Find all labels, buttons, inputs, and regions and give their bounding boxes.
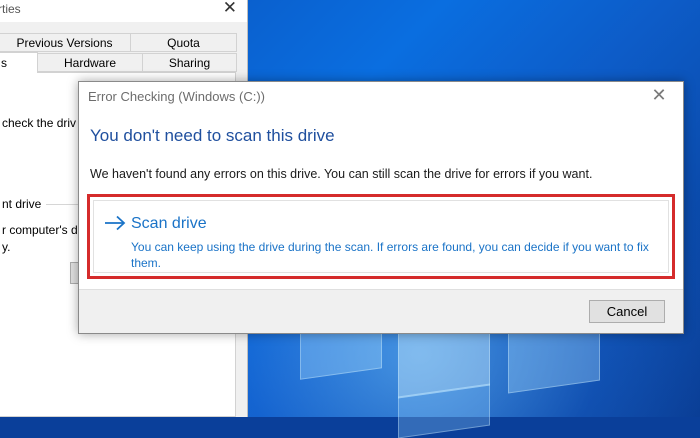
scan-drive-option[interactable]: Scan drive You can keep using the drive … [87,194,675,279]
tab-hardware[interactable]: Hardware [37,53,143,72]
error-checking-description: check the driv [2,116,77,130]
optimize-description-end: y. [2,240,11,254]
error-checking-dialog: Error Checking (Windows (C:)) ✕ You don'… [78,81,684,334]
arrow-right-icon [105,215,126,231]
tab-quota[interactable]: Quota [130,33,237,52]
properties-title: rties [0,2,21,16]
tab-tools[interactable]: s [0,52,38,73]
cancel-button[interactable]: Cancel [589,300,665,323]
scan-drive-inner: Scan drive You can keep using the drive … [93,200,669,273]
scan-drive-label: Scan drive [131,215,207,232]
tab-previous-versions[interactable]: Previous Versions [0,33,131,52]
properties-titlebar: rties ✕ [0,0,247,22]
optimize-group-label: nt drive [2,197,42,211]
dialog-footer: Cancel [79,289,683,333]
close-icon[interactable]: ✕ [649,85,669,105]
tab-sharing[interactable]: Sharing [142,53,237,72]
scan-drive-description: You can keep using the drive during the … [131,240,649,270]
properties-close-icon[interactable]: ✕ [223,0,237,18]
dialog-message: We haven't found any errors on this driv… [90,167,593,181]
dialog-title: Error Checking (Windows (C:)) [88,89,265,104]
dialog-heading: You don't need to scan this drive [90,126,335,145]
optimize-description: r computer's dr [2,223,82,237]
